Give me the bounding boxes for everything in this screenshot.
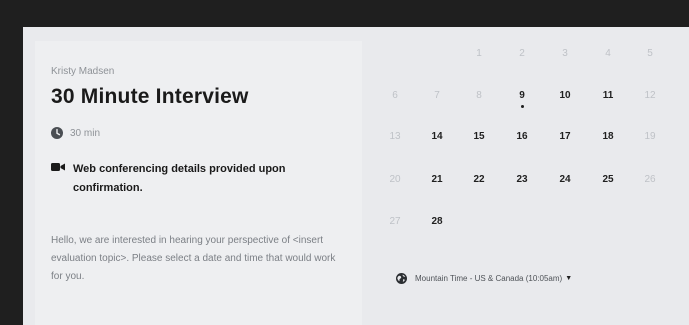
calendar-day-28[interactable]: 28 <box>423 216 451 228</box>
duration-label: 30 min <box>70 127 101 139</box>
calendar-day-19: 19 <box>644 131 656 142</box>
conferencing-label: Web conferencing details provided upon c… <box>73 163 286 194</box>
calendar-day-24[interactable]: 24 <box>551 174 579 186</box>
calendar-day-26: 26 <box>644 174 656 185</box>
calendar-day-23[interactable]: 23 <box>508 174 536 186</box>
calendar-day-13: 13 <box>389 131 401 142</box>
event-title: 30 Minute Interview <box>51 85 249 108</box>
calendar-day-18[interactable]: 18 <box>594 131 622 143</box>
calendar-day-9[interactable]: 9 <box>508 90 536 102</box>
event-duration: 30 min <box>51 127 100 139</box>
calendar-day-12: 12 <box>644 90 656 101</box>
calendar-day-25[interactable]: 25 <box>594 174 622 186</box>
calendar-day-15[interactable]: 15 <box>465 131 493 143</box>
caret-down-icon: ▼ <box>565 275 573 282</box>
calendar-day-3: 3 <box>562 48 568 59</box>
scheduling-widget: Kristy Madsen 30 Minute Interview 30 min… <box>23 27 689 325</box>
organizer-name: Kristy Madsen <box>51 66 115 77</box>
calendar-day-11[interactable]: 11 <box>594 90 622 102</box>
timezone-label: Mountain Time - US & Canada (10:05am) <box>415 274 563 283</box>
calendar-day-14[interactable]: 14 <box>423 131 451 143</box>
calendar-day-27: 27 <box>389 216 401 227</box>
calendar-day-4: 4 <box>605 48 611 59</box>
conferencing-info: Web conferencing details provided upon c… <box>51 160 341 198</box>
calendar-day-16[interactable]: 16 <box>508 131 536 143</box>
calendar-day-20: 20 <box>389 174 401 185</box>
calendar-day-17[interactable]: 17 <box>551 131 579 143</box>
calendar-day-5: 5 <box>647 48 653 59</box>
video-camera-icon <box>51 163 65 171</box>
event-description: Hello, we are interested in hearing your… <box>51 235 336 282</box>
calendar-day-1: 1 <box>476 48 482 59</box>
clock-icon <box>51 127 63 139</box>
calendar-day-21[interactable]: 21 <box>423 174 451 186</box>
calendar-day-2: 2 <box>519 48 525 59</box>
calendar-day-10[interactable]: 10 <box>551 90 579 102</box>
today-indicator-dot <box>520 105 524 108</box>
calendar-day-7: 7 <box>434 90 440 101</box>
calendar-day-22[interactable]: 22 <box>465 174 493 186</box>
timezone-selector[interactable]: Mountain Time - US & Canada (10:05am) ▼ <box>396 273 572 284</box>
globe-icon <box>396 273 407 284</box>
calendar-day-8: 8 <box>476 90 482 101</box>
calendar-day-6: 6 <box>392 90 398 101</box>
